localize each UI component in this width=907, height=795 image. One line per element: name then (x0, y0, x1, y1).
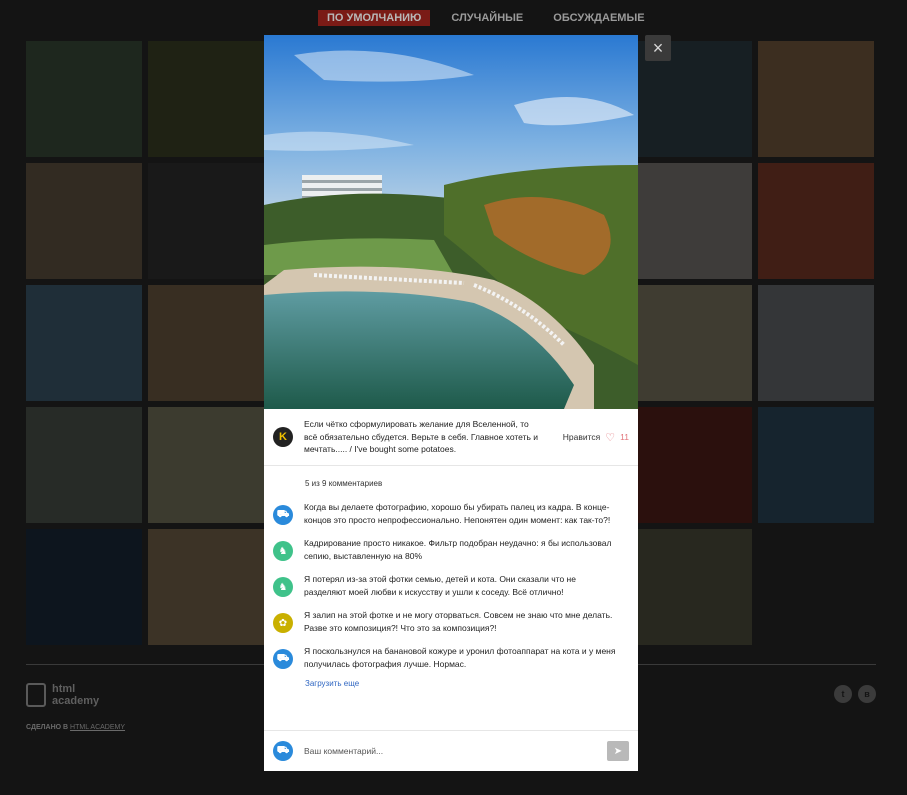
photo-thumbnail[interactable] (148, 41, 264, 157)
comment-form: ⛟ ➤ (264, 730, 638, 771)
like-button[interactable]: Нравится ♡ 11 (563, 431, 629, 444)
caption-text: Если чётко сформулировать желание для Вс… (304, 419, 539, 455)
photo-thumbnail[interactable] (636, 407, 752, 523)
comment-text: Кадрирование просто никакое. Фильтр подо… (304, 538, 612, 561)
close-modal-button[interactable]: × (645, 35, 671, 61)
photo-thumbnail[interactable] (26, 163, 142, 279)
photo-thumbnail[interactable] (26, 407, 142, 523)
logo-text: html academy (52, 683, 100, 707)
photo-thumbnail[interactable] (26, 41, 142, 157)
photo-thumbnail[interactable] (758, 41, 874, 157)
user-avatar: ⛟ (273, 741, 293, 761)
photo-thumbnail (758, 529, 874, 645)
comment-text: Когда вы делаете фотографию, хорошо бы у… (304, 502, 611, 525)
comment-text: Я поскользнулся на банановой кожуре и ур… (304, 646, 616, 669)
comment: ♞ Я потерял из-за этой фотки семью, детей… (273, 573, 629, 598)
beach-photo (264, 35, 638, 409)
vk-icon[interactable]: в (858, 685, 876, 703)
comment-list: ⛟ Когда вы делаете фотографию, хорошо бы … (273, 501, 629, 670)
photo-thumbnail[interactable] (636, 529, 752, 645)
academy-logo[interactable]: html academy (26, 683, 122, 707)
twitter-icon[interactable]: t (834, 685, 852, 703)
like-count: 11 (620, 432, 629, 442)
photo-thumbnail[interactable] (148, 285, 264, 401)
modal-photo (264, 35, 638, 409)
filter-random-button[interactable]: Случайные (442, 10, 532, 26)
made-by-link[interactable]: HTML Academy (70, 724, 125, 731)
load-more-link[interactable]: Загрузить еще (305, 679, 629, 688)
comment: ♞ Кадрирование просто никакое. Фильтр под… (273, 537, 629, 562)
made-by-prefix: Сделано в (26, 724, 69, 731)
truck-icon[interactable]: ⛟ (273, 505, 293, 525)
send-button[interactable]: ➤ (607, 741, 629, 761)
photo-thumbnail[interactable] (26, 529, 142, 645)
photo-caption: K Если чётко сформулировать желание для … (264, 409, 638, 466)
comment: ⛟ Я поскользнулся на банановой кожуре и у… (273, 645, 629, 670)
comments-section: 5 из 9 комментариев ⛟ Когда вы делаете фо… (264, 479, 638, 688)
photo-thumbnail[interactable] (636, 163, 752, 279)
photo-modal: K Если чётко сформулировать желание для … (264, 35, 638, 771)
bell-icon[interactable]: ♞ (273, 577, 293, 597)
photo-thumbnail[interactable] (636, 285, 752, 401)
like-label: Нравится (562, 432, 601, 442)
photo-thumbnail[interactable] (758, 163, 874, 279)
author-avatar[interactable]: K (273, 427, 293, 447)
comment-input[interactable] (304, 746, 594, 756)
truck-icon[interactable]: ⛟ (273, 649, 293, 669)
comment-text: Я потерял из-за этой фотки семью, детей … (304, 574, 576, 597)
logo-mark-icon (26, 683, 46, 707)
comments-count: 5 из 9 комментариев (305, 479, 383, 488)
photo-thumbnail[interactable] (148, 407, 264, 523)
made-by: Сделано в HTML Academy (26, 724, 125, 731)
filter-discussed-button[interactable]: Обсуждаемые (544, 10, 653, 26)
comment: ⛟ Когда вы делаете фотографию, хорошо бы … (273, 501, 629, 526)
photo-thumbnail[interactable] (758, 407, 874, 523)
bell-icon[interactable]: ♞ (273, 541, 293, 561)
photo-thumbnail[interactable] (758, 285, 874, 401)
comment-text: Я залип на этой фотке и не могу оторвать… (304, 610, 613, 633)
filter-default-button[interactable]: По умолчанию (318, 10, 431, 26)
heart-icon: ♡ (605, 431, 616, 444)
photo-thumbnail[interactable] (148, 529, 264, 645)
flower-icon[interactable]: ✿ (273, 613, 293, 633)
photo-thumbnail[interactable] (148, 163, 264, 279)
photo-thumbnail[interactable] (26, 285, 142, 401)
social-links: t в (834, 685, 876, 703)
filters: По умолчанию Случайные Обсуждаемые (318, 10, 654, 26)
comment: ✿ Я залип на этой фотке и не могу оторват… (273, 609, 629, 634)
